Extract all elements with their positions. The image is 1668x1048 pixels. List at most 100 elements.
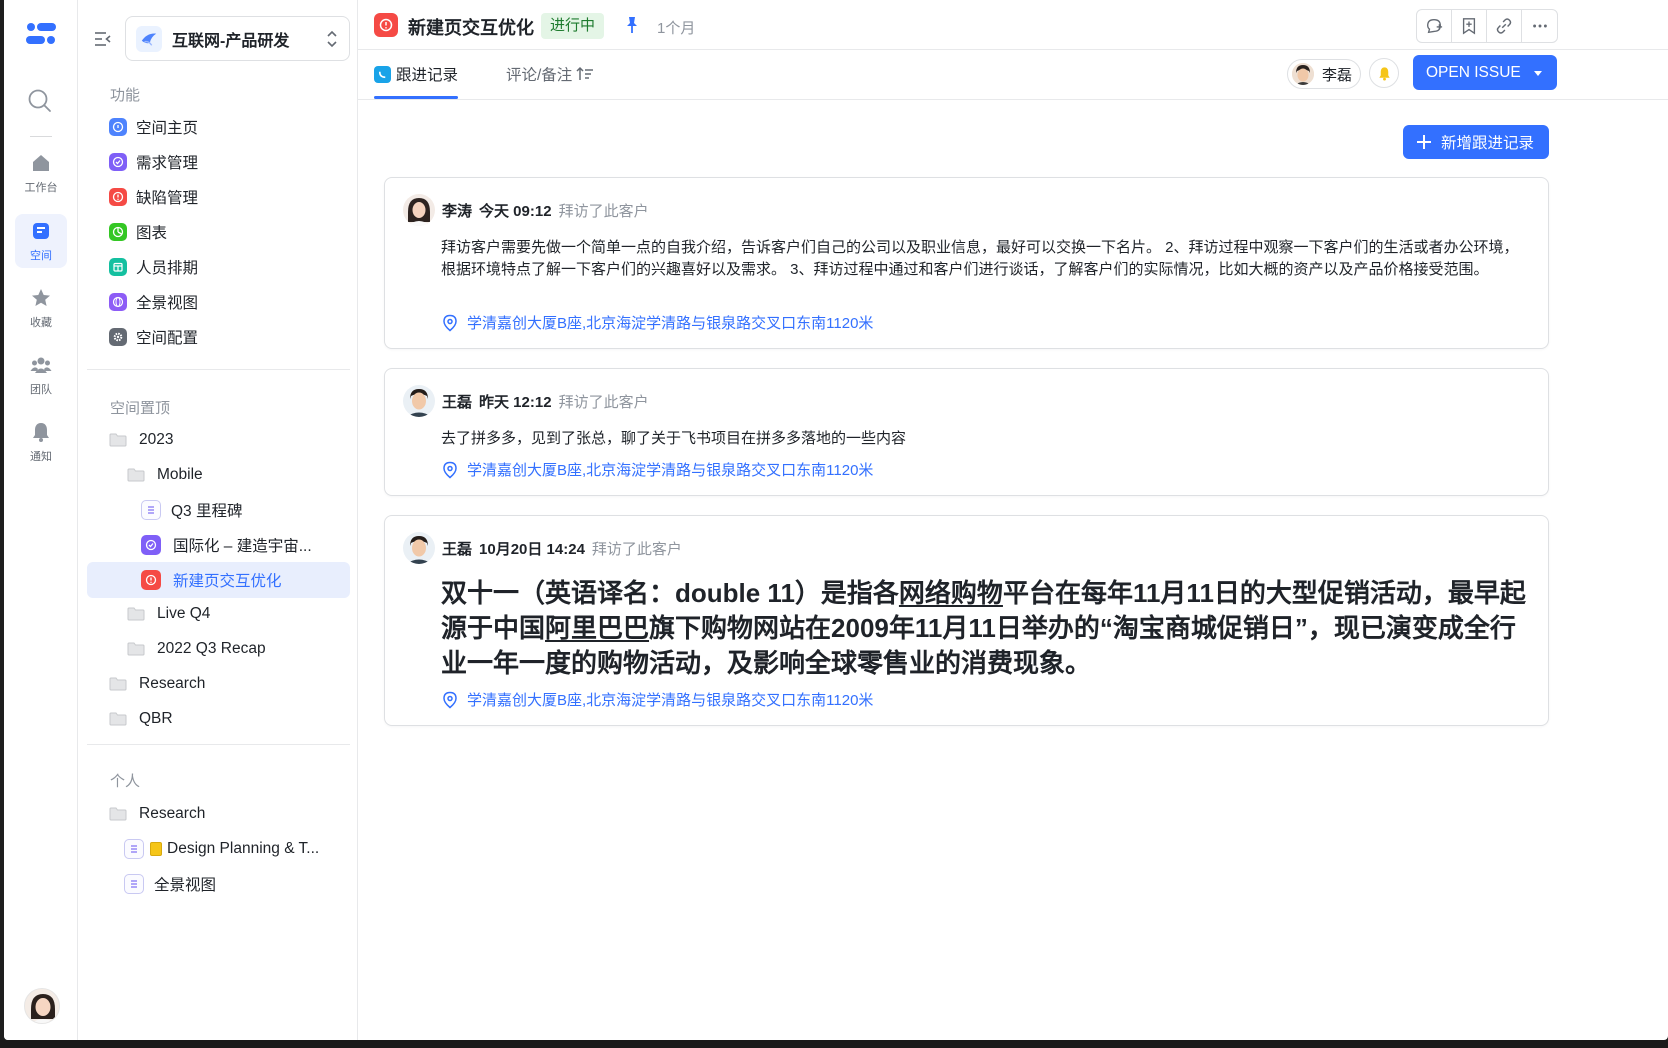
folder-icon xyxy=(109,677,127,691)
sidebar-divider xyxy=(87,369,350,370)
pin-icon[interactable] xyxy=(622,15,642,35)
sidebar-item-label: Q3 里程碑 xyxy=(171,503,243,520)
rail-label: 团队 xyxy=(30,383,52,396)
sidebar-folder-personal-research[interactable]: Research xyxy=(87,796,350,832)
open-issue-button[interactable]: OPEN ISSUE xyxy=(1413,55,1557,90)
section-title-personal: 个人 xyxy=(110,773,141,790)
sidebar-item-space-settings[interactable]: 空间配置 xyxy=(87,319,350,355)
header-toolbar xyxy=(1416,9,1558,43)
bell-icon xyxy=(1378,66,1390,81)
follow-up-record: 李涛 今天 09:12 拜访了此客户 拜访客户需要先做一个简单一点的自我介绍，告… xyxy=(384,177,1549,349)
user-avatar[interactable] xyxy=(24,988,60,1024)
record-location[interactable]: 学清嘉创大厦B座,北京海淀学清路与银泉路交叉口东南1120米 xyxy=(441,459,873,480)
content-link-online-shopping[interactable]: 网络购物 xyxy=(899,578,1003,608)
record-content: 去了拼多多，见到了张总，聊了关于飞书项目在拼多多落地的一些内容 xyxy=(441,430,907,447)
window-bottom-edge xyxy=(0,1040,1668,1048)
section-title-features: 功能 xyxy=(110,87,141,104)
folder-icon xyxy=(109,433,127,447)
chart-icon xyxy=(109,223,127,241)
rail-item-space[interactable]: 空间 xyxy=(15,214,67,268)
rail-item-team[interactable]: 团队 xyxy=(15,348,67,402)
space-logo-icon xyxy=(136,25,162,52)
sidebar-item-new-page-optimization[interactable]: 新建页交互优化 xyxy=(87,562,350,598)
tab-label: 跟进记录 xyxy=(396,67,459,84)
alert-icon xyxy=(109,188,127,206)
sidebar-item-i18n[interactable]: 国际化 – 建造宇宙... xyxy=(87,527,350,563)
bookmark-button[interactable] xyxy=(1452,10,1487,42)
sidebar-item-panorama[interactable]: 全景视图 xyxy=(87,284,350,320)
sidebar-folder-mobile[interactable]: Mobile xyxy=(87,457,350,493)
info-icon xyxy=(109,118,127,136)
sidebar-item-scheduling[interactable]: 人员排期 xyxy=(87,249,350,285)
space-icon xyxy=(30,220,52,242)
sidebar-folder-qbr[interactable]: QBR xyxy=(87,701,350,737)
sidebar-item-q3-milestone[interactable]: Q3 里程碑 xyxy=(87,492,350,528)
app-logo-icon[interactable] xyxy=(25,22,57,46)
sidebar-item-label: Live Q4 xyxy=(157,605,211,622)
record-header: 李涛 今天 09:12 拜访了此客户 xyxy=(403,194,649,226)
record-time: 10月20日 14:24 xyxy=(479,540,585,558)
open-issue-label: OPEN ISSUE xyxy=(1426,63,1521,81)
author-avatar[interactable] xyxy=(403,385,435,417)
sidebar-item-space-home[interactable]: 空间主页 xyxy=(87,109,350,145)
follow-notify-button[interactable] xyxy=(1369,58,1399,88)
sidebar-item-personal-panorama[interactable]: 全景视图 xyxy=(87,866,350,902)
follow-up-record: 王磊 昨天 12:12 拜访了此客户 去了拼多多，见到了张总，聊了关于飞书项目在… xyxy=(384,368,1549,496)
tab-follow-up[interactable]: 跟进记录 xyxy=(374,63,458,85)
add-follow-up-label: 新增跟进记录 xyxy=(1441,135,1535,152)
folder-icon xyxy=(109,712,127,726)
check-circle-icon xyxy=(109,153,127,171)
rail-item-favorites[interactable]: 收藏 xyxy=(15,281,67,335)
copy-link-button[interactable] xyxy=(1487,10,1522,42)
rail-divider xyxy=(30,136,52,137)
sidebar-folder-live-q4[interactable]: Live Q4 xyxy=(87,596,350,632)
add-comment-button[interactable] xyxy=(1417,10,1452,42)
active-tab-indicator xyxy=(374,96,458,99)
sidebar-item-label: 全景视图 xyxy=(136,295,199,312)
status-badge[interactable]: 进行中 xyxy=(541,13,605,39)
location-pin-icon xyxy=(443,461,457,478)
tab-comments[interactable]: 评论/备注 xyxy=(506,63,594,85)
sidebar-item-design-planning[interactable]: Design Planning & T... xyxy=(87,831,350,867)
sidebar-item-charts[interactable]: 图表 xyxy=(87,214,350,250)
search-icon[interactable] xyxy=(27,88,53,114)
sidebar-folder-research[interactable]: Research xyxy=(87,666,350,702)
rail-item-notify[interactable]: 通知 xyxy=(15,415,67,469)
tab-label: 评论/备注 xyxy=(506,67,573,84)
gear-icon xyxy=(109,328,127,346)
tab-bar: 跟进记录 评论/备注 李磊 OPEN ISSUE xyxy=(358,50,1668,100)
record-location[interactable]: 学清嘉创大厦B座,北京海淀学清路与银泉路交叉口东南1120米 xyxy=(441,312,873,333)
sidebar-item-label: 空间配置 xyxy=(136,330,199,347)
collapse-sidebar-icon[interactable] xyxy=(93,29,113,49)
record-author: 王磊 xyxy=(442,540,473,558)
record-location[interactable]: 学清嘉创大厦B座,北京海淀学清路与银泉路交叉口东南1120米 xyxy=(441,689,873,710)
assignee-chip[interactable]: 李磊 xyxy=(1287,59,1361,89)
author-avatar[interactable] xyxy=(403,532,435,564)
sidebar-item-label: 人员排期 xyxy=(136,260,199,277)
content-link-alibaba[interactable]: 阿里巴巴 xyxy=(545,613,649,643)
sidebar-folder-2023[interactable]: 2023 xyxy=(87,422,350,458)
record-author: 李涛 xyxy=(442,202,473,220)
caret-down-icon xyxy=(1533,70,1542,76)
add-follow-up-button[interactable]: 新增跟进记录 xyxy=(1403,125,1549,159)
content-text: 双十一（英语译名：double 11）是指各 xyxy=(441,578,899,608)
sidebar-item-defects[interactable]: 缺陷管理 xyxy=(87,179,350,215)
rail-label: 工作台 xyxy=(24,181,58,194)
record-header: 王磊 10月20日 14:24 拜访了此客户 xyxy=(403,532,682,564)
team-icon xyxy=(30,354,52,376)
note-emoji-icon xyxy=(150,842,162,856)
more-button[interactable] xyxy=(1522,10,1557,42)
main-content: 新建页交互优化 进行中 1个月 跟进记录 评论/备注 李磊 OPEN ISSUE… xyxy=(358,0,1668,1040)
rail-item-workbench[interactable]: 工作台 xyxy=(15,146,67,200)
rail-label: 通知 xyxy=(30,450,52,463)
sidebar-item-requirements[interactable]: 需求管理 xyxy=(87,144,350,180)
record-author: 王磊 xyxy=(442,393,473,411)
assignee-avatar xyxy=(1292,63,1314,85)
author-avatar[interactable] xyxy=(403,194,435,226)
record-time: 昨天 12:12 xyxy=(479,393,552,411)
sidebar-item-label: 空间主页 xyxy=(136,120,199,137)
home-icon xyxy=(30,152,52,174)
sidebar-item-label: Research xyxy=(139,805,206,822)
sidebar-folder-2022-q3-recap[interactable]: 2022 Q3 Recap xyxy=(87,631,350,667)
space-switcher[interactable]: 互联网-产品研发 xyxy=(125,16,350,61)
